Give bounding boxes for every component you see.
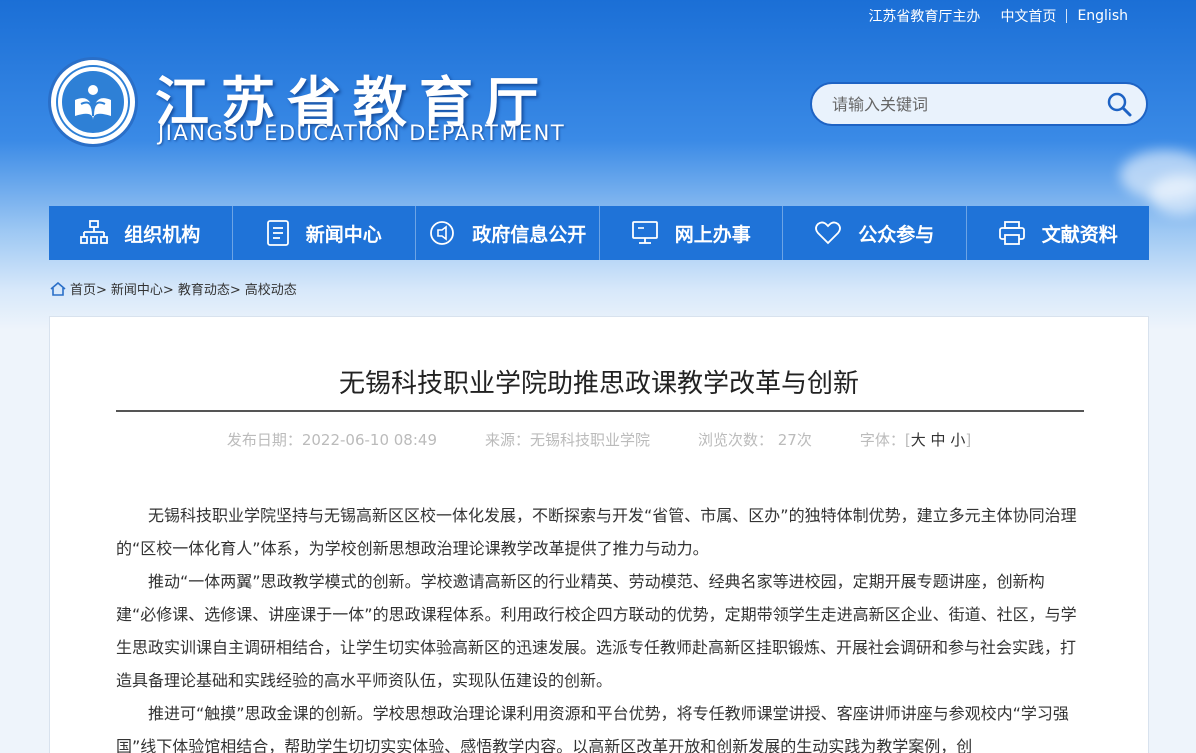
nav-label: 组织机构	[124, 223, 201, 246]
nav-public-participation[interactable]: 公众参与	[783, 206, 967, 260]
english-link[interactable]: English	[1067, 8, 1138, 24]
breadcrumb-news-center[interactable]: 新闻中心>	[111, 279, 174, 298]
printer-icon	[998, 221, 1025, 245]
nav-org-structure[interactable]: 组织机构	[49, 206, 233, 260]
article-title: 无锡科技职业学院助推思政课教学改革与创新	[338, 369, 859, 399]
font-size-bracket: ]	[965, 431, 972, 449]
breadcrumb-home[interactable]: 首页>	[70, 279, 107, 298]
nav-online-services[interactable]: 网上办事	[600, 206, 783, 260]
font-size-label: 字体：[	[859, 431, 911, 449]
search-icon[interactable]	[1106, 91, 1132, 117]
heart-icon	[815, 221, 842, 245]
title-divider	[116, 410, 1084, 412]
article-source: 来源：无锡科技职业学院	[484, 431, 650, 449]
site-subtitle: JIANGSU EDUCATION DEPARTMENT	[158, 121, 566, 145]
monitor-icon	[631, 221, 658, 244]
nav-label: 政府信息公开	[472, 223, 587, 246]
breadcrumb: 首页> 新闻中心> 教育动态> 高校动态	[50, 279, 297, 298]
department-emblem[interactable]	[48, 57, 138, 147]
nav-label: 公众参与	[858, 223, 935, 246]
article-body: 无锡科技职业学院坚持与无锡高新区区校一体化发展，不断探索与开发“省管、市属、区办…	[116, 499, 1084, 753]
document-icon	[266, 220, 289, 246]
nav-gov-info[interactable]: 政府信息公开	[416, 206, 600, 260]
org-chart-icon	[80, 220, 109, 244]
main-nav: 组织机构 新闻中心 政府信息公开 网上办事 公众参与 文献资料	[49, 206, 1149, 260]
nav-news-center[interactable]: 新闻中心	[233, 206, 416, 260]
publish-date: 发布日期：2022-06-10 08:49	[226, 431, 437, 449]
speaker-icon	[430, 221, 455, 245]
font-small-button[interactable]: 小	[950, 431, 965, 449]
article-meta: 发布日期：2022-06-10 08:49 来源：无锡科技职业学院 浏览次数： …	[50, 429, 1148, 450]
article-paragraph: 推动“一体两翼”思政教学模式的创新。学校邀请高新区的行业精英、劳动模范、经典名家…	[116, 572, 1077, 690]
home-cn-link[interactable]: 中文首页	[990, 6, 1066, 26]
font-medium-button[interactable]: 中	[931, 431, 946, 449]
nav-documents[interactable]: 文献资料	[967, 206, 1150, 260]
article-container: 无锡科技职业学院助推思政课教学改革与创新 发布日期：2022-06-10 08:…	[49, 316, 1149, 753]
article-paragraph: 推进可“触摸”思政金课的创新。学校思想政治理论课利用资源和平台优势，将专任教师课…	[116, 704, 1069, 753]
breadcrumb-edu-news[interactable]: 教育动态>	[178, 279, 241, 298]
search-box	[810, 82, 1148, 126]
article-paragraph: 无锡科技职业学院坚持与无锡高新区区校一体化发展，不断探索与开发“省管、市属、区办…	[116, 506, 1077, 558]
sponsor-text: 江苏省教育厅主办	[868, 9, 981, 25]
view-count: 浏览次数： 27次	[698, 431, 812, 449]
book-emblem-icon	[75, 85, 111, 120]
breadcrumb-university-news[interactable]: 高校动态	[245, 279, 297, 298]
nav-label: 文献资料	[1041, 223, 1118, 246]
top-links: 江苏省教育厅主办 中文首页 English	[858, 6, 1138, 26]
font-size-control: 字体：[大 中 小]	[860, 429, 971, 450]
nav-label: 网上办事	[674, 223, 751, 246]
font-large-button[interactable]: 大	[911, 431, 926, 449]
cloud-decoration	[1150, 175, 1196, 215]
search-input[interactable]	[832, 94, 1106, 114]
home-icon	[50, 281, 66, 296]
nav-label: 新闻中心	[305, 223, 382, 246]
